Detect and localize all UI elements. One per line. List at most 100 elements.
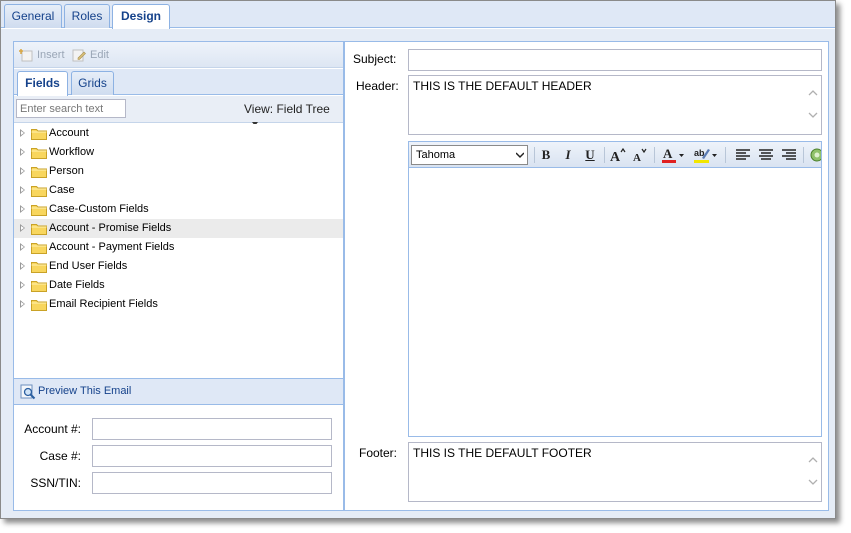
tree-node-label: Email Recipient Fields (49, 298, 158, 310)
tree-node[interactable]: Case (14, 181, 343, 200)
tree-node[interactable]: Case-Custom Fields (14, 200, 343, 219)
insert-label: Insert (37, 49, 65, 61)
view-selector-label: View: Field Tree (244, 102, 330, 116)
top-tab-strip: General Roles Design (1, 1, 835, 29)
footer-label: Footer: (359, 446, 398, 460)
tab-roles[interactable]: Roles (64, 4, 110, 28)
header-label: Header: (356, 79, 399, 93)
case-row: Case #: (14, 445, 343, 468)
tree-node[interactable]: Email Recipient Fields (14, 295, 343, 314)
footer-text: THIS IS THE DEFAULT FOOTER (413, 446, 592, 460)
tree-node[interactable]: Date Fields (14, 276, 343, 295)
tree-node-selected[interactable]: Account - Promise Fields (14, 219, 343, 238)
insert-button[interactable]: Insert (19, 47, 65, 63)
tree-node[interactable]: Workflow (14, 143, 343, 162)
tree-node[interactable]: Person (14, 162, 343, 181)
chevron-down-icon (516, 152, 524, 159)
rich-text-editor[interactable]: Tahoma B I U A A A ab (408, 141, 822, 437)
folder-icon (31, 262, 47, 273)
account-label: Account #: (24, 422, 81, 436)
tree-node-label: Account (49, 127, 89, 139)
field-panel: Insert Edit Fields Grids View: Field Tre… (13, 41, 344, 511)
tab-design[interactable]: Design (112, 4, 170, 29)
scroll-down-icon[interactable] (808, 110, 818, 120)
expand-arrow-icon[interactable] (20, 243, 25, 251)
grow-font-icon[interactable]: A (609, 146, 627, 164)
svg-text:A: A (663, 146, 673, 161)
design-content: Insert Edit Fields Grids View: Field Tre… (1, 29, 835, 518)
preview-form: Account #: Case #: SSN/TIN: (14, 406, 343, 510)
shrink-font-icon[interactable]: A (631, 146, 649, 164)
editor-toolbar: Tahoma B I U A A A ab (409, 142, 821, 168)
tree-node-label: Account - Payment Fields (49, 241, 175, 253)
toolbar-divider (534, 147, 535, 163)
tree-node-label: Case-Custom Fields (49, 203, 149, 215)
folder-icon (31, 129, 47, 140)
magnifier-icon (20, 384, 36, 400)
folder-icon (31, 148, 47, 159)
expand-arrow-icon[interactable] (20, 281, 25, 289)
tree-node[interactable]: Account (14, 124, 343, 143)
italic-button[interactable]: I (559, 146, 577, 164)
expand-arrow-icon[interactable] (20, 148, 25, 156)
preview-email-button[interactable]: Preview This Email (14, 378, 343, 405)
font-family-value: Tahoma (416, 149, 456, 161)
ssn-tin-input[interactable] (92, 472, 332, 494)
edit-label: Edit (90, 49, 109, 61)
tab-fields[interactable]: Fields (17, 71, 68, 96)
footer-textarea[interactable]: THIS IS THE DEFAULT FOOTER (408, 442, 822, 502)
tab-general[interactable]: General (4, 4, 62, 28)
search-bar: View: Field Tree (14, 96, 343, 126)
folder-icon (31, 205, 47, 216)
highlight-color-icon[interactable]: ab (693, 146, 719, 164)
tree-node-label: Person (49, 165, 84, 177)
subject-input[interactable] (408, 49, 822, 71)
expand-arrow-icon[interactable] (20, 224, 25, 232)
align-center-icon[interactable] (757, 146, 775, 164)
underline-button[interactable]: U (581, 146, 599, 164)
expand-arrow-icon[interactable] (20, 186, 25, 194)
folder-icon (31, 224, 47, 235)
link-icon[interactable] (808, 146, 821, 164)
font-color-icon[interactable]: A (661, 146, 685, 164)
bold-button[interactable]: B (537, 146, 555, 164)
scroll-up-icon[interactable] (808, 88, 818, 98)
email-design-panel: Subject: Header: THIS IS THE DEFAULT HEA… (344, 41, 829, 511)
field-tree: Account Workflow Person Case Case-Custom… (14, 124, 343, 378)
svg-text:A: A (610, 150, 621, 164)
align-left-icon[interactable] (734, 146, 752, 164)
tree-node-label: Workflow (49, 146, 95, 158)
scroll-down-icon[interactable] (808, 477, 818, 487)
tree-node-label: Case (49, 184, 75, 196)
tree-node[interactable]: End User Fields (14, 257, 343, 276)
expand-arrow-icon[interactable] (20, 167, 25, 175)
email-template-window: General Roles Design Insert Edit Fields … (0, 0, 836, 519)
folder-icon (31, 281, 47, 292)
toolbar-divider (803, 147, 804, 163)
align-right-icon[interactable] (780, 146, 798, 164)
expand-arrow-icon[interactable] (20, 300, 25, 308)
account-number-input[interactable] (92, 418, 332, 440)
search-input[interactable] (16, 99, 126, 118)
edit-button[interactable]: Edit (72, 47, 109, 63)
expand-arrow-icon[interactable] (20, 129, 25, 137)
font-family-select[interactable]: Tahoma (411, 145, 528, 165)
case-number-input[interactable] (92, 445, 332, 467)
tree-node-label: Date Fields (49, 279, 105, 291)
toolbar-divider (654, 147, 655, 163)
scroll-up-icon[interactable] (808, 455, 818, 465)
header-textarea[interactable]: THIS IS THE DEFAULT HEADER (408, 75, 822, 135)
subject-label: Subject: (353, 52, 397, 66)
expand-arrow-icon[interactable] (20, 205, 25, 213)
header-text: THIS IS THE DEFAULT HEADER (413, 79, 592, 93)
tab-grids[interactable]: Grids (71, 71, 114, 95)
case-label: Case #: (39, 449, 81, 463)
svg-text:A: A (633, 152, 641, 164)
field-toolbar: Insert Edit (14, 42, 343, 68)
edit-icon (72, 49, 86, 62)
toolbar-divider (725, 147, 726, 163)
ssn-row: SSN/TIN: (14, 472, 343, 495)
tree-node[interactable]: Account - Payment Fields (14, 238, 343, 257)
expand-arrow-icon[interactable] (20, 262, 25, 270)
ssn-label: SSN/TIN: (30, 476, 81, 490)
